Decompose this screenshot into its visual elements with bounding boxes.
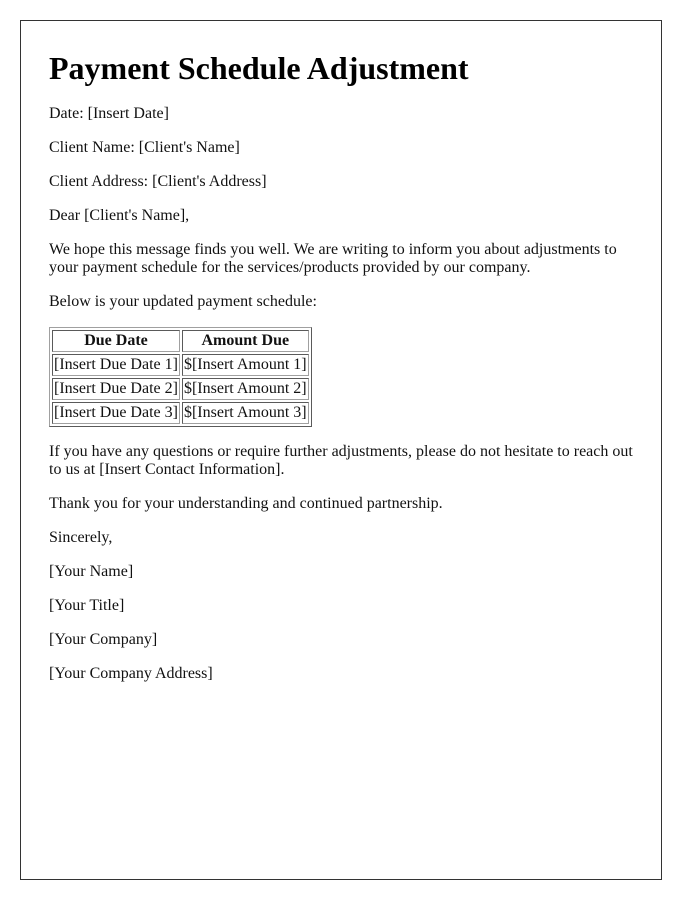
client-address-line: Client Address: [Client's Address]	[49, 173, 267, 190]
letter-container: Payment Schedule Adjustment Date: [Inser…	[20, 20, 662, 880]
signature-company-address: [Your Company Address]	[49, 665, 213, 682]
salutation: Dear [Client's Name],	[49, 207, 190, 224]
table-row: [Insert Due Date 2] $[Insert Amount 2]	[52, 378, 309, 400]
amount-due-cell: $[Insert Amount 3]	[181, 402, 309, 424]
table-header-row: Due Date Amount Due	[52, 330, 309, 352]
thanks-paragraph: Thank you for your understanding and con…	[49, 495, 443, 512]
signature-company: [Your Company]	[49, 631, 158, 648]
intro-paragraph: We hope this message finds you well. We …	[49, 241, 617, 276]
signature-title: [Your Title]	[49, 597, 125, 614]
contact-paragraph: If you have any questions or require fur…	[49, 443, 633, 478]
amount-due-cell: $[Insert Amount 1]	[181, 354, 309, 376]
due-date-cell: [Insert Due Date 2]	[52, 378, 180, 400]
table-row: [Insert Due Date 3] $[Insert Amount 3]	[52, 402, 309, 424]
closing: Sincerely,	[49, 529, 113, 546]
signature-name: [Your Name]	[49, 563, 134, 580]
letter-title: Payment Schedule Adjustment	[49, 50, 469, 86]
due-date-cell: [Insert Due Date 1]	[52, 354, 180, 376]
due-date-cell: [Insert Due Date 3]	[52, 402, 180, 424]
payment-schedule-table: Due Date Amount Due [Insert Due Date 1] …	[49, 327, 312, 427]
table-row: [Insert Due Date 1] $[Insert Amount 1]	[52, 354, 309, 376]
client-name-line: Client Name: [Client's Name]	[49, 139, 240, 156]
schedule-intro: Below is your updated payment schedule:	[49, 293, 317, 310]
amount-due-cell: $[Insert Amount 2]	[181, 378, 309, 400]
header-amount-due: Amount Due	[181, 330, 309, 352]
date-line: Date: [Insert Date]	[49, 105, 169, 122]
header-due-date: Due Date	[52, 330, 180, 352]
